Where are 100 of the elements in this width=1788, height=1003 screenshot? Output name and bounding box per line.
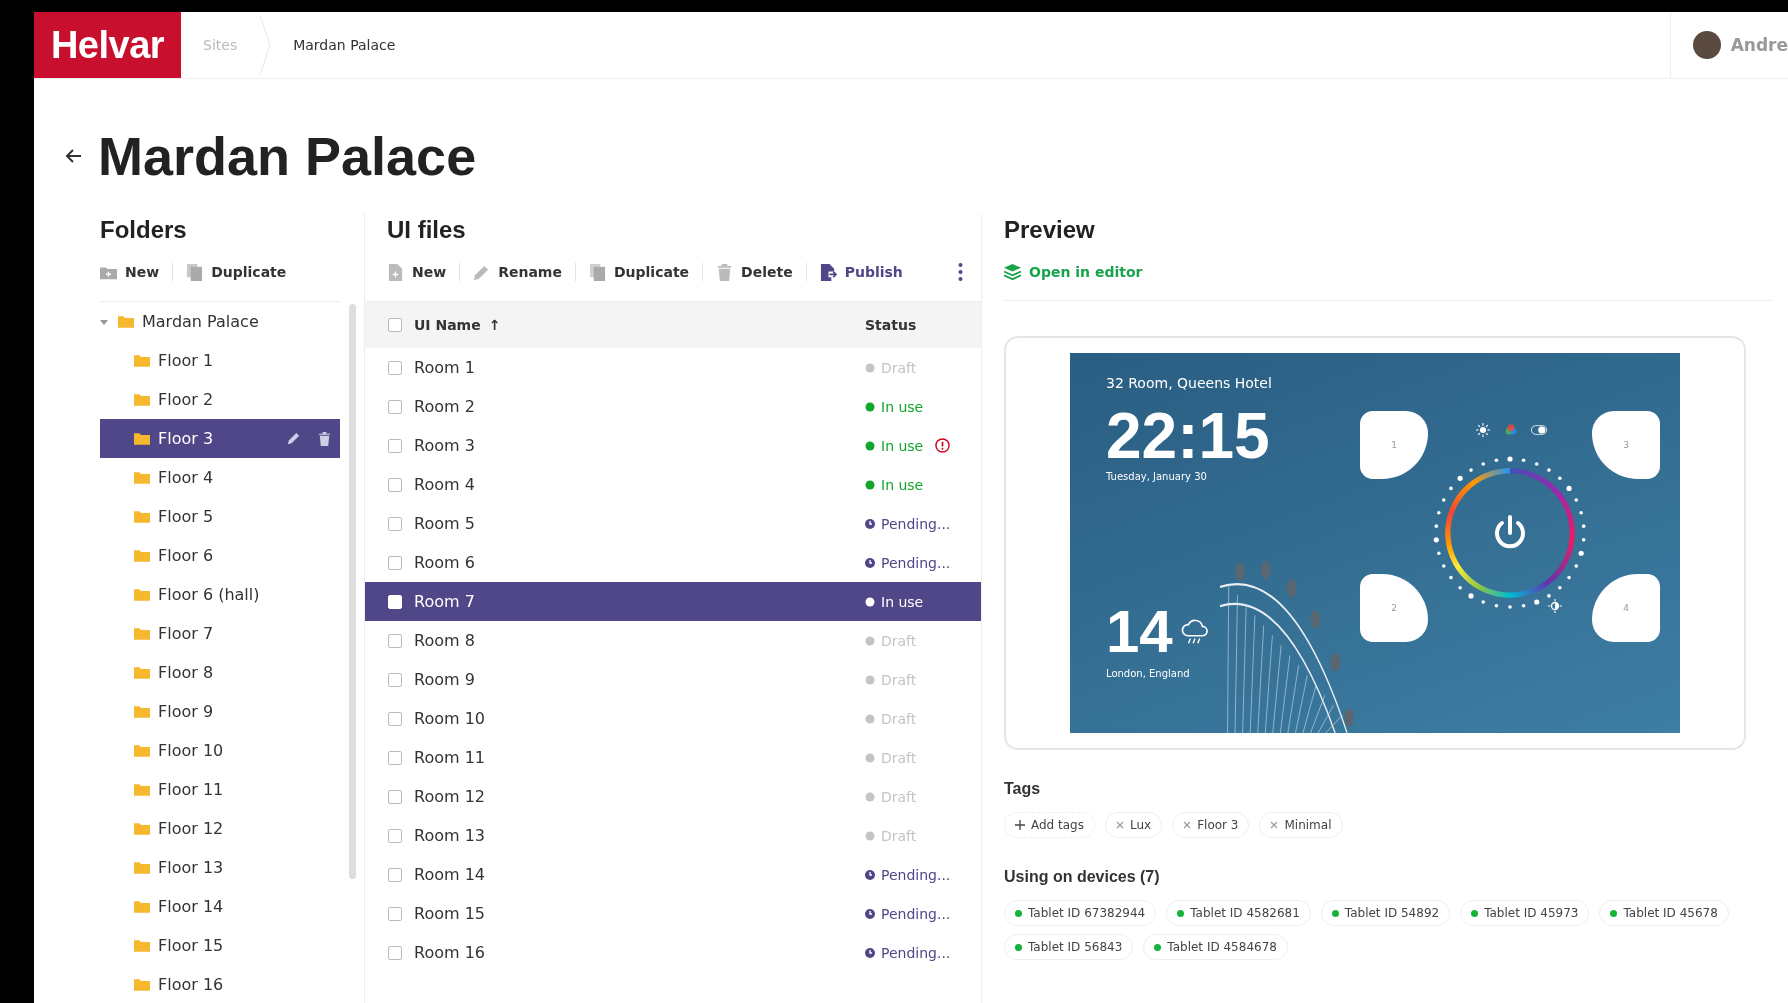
row-checkbox[interactable] <box>388 516 402 531</box>
table-row[interactable]: Room 5 Pending... <box>365 504 981 543</box>
status-text: In use <box>881 398 924 415</box>
column-header[interactable]: UI Name <box>414 317 481 333</box>
folder-tree-item[interactable]: Floor 2 <box>100 380 340 419</box>
caret-icon[interactable] <box>100 317 108 326</box>
device-chip[interactable]: Tablet ID 45678 <box>1599 900 1729 926</box>
row-checkbox[interactable] <box>388 906 402 921</box>
folder-tree-item[interactable]: Floor 15 <box>100 926 340 965</box>
tag-chip[interactable]: Minimal <box>1259 812 1343 838</box>
table-row[interactable]: Room 15 Pending... <box>365 894 981 933</box>
row-checkbox[interactable] <box>388 867 402 882</box>
device-chip[interactable]: Tablet ID 4582681 <box>1166 900 1311 926</box>
row-checkbox[interactable] <box>388 438 402 453</box>
new-button[interactable]: New <box>100 263 160 281</box>
table-row[interactable]: Room 11 Draft <box>365 738 981 777</box>
table-row[interactable]: Room 6 Pending... <box>365 543 981 582</box>
rename-button[interactable]: Rename <box>473 263 562 281</box>
tag-chip[interactable]: Floor 3 <box>1172 812 1250 838</box>
folder-tree-item[interactable]: Floor 14 <box>100 887 340 926</box>
status-text: Draft <box>881 710 917 727</box>
trash-icon[interactable] <box>317 431 332 446</box>
remove-icon[interactable] <box>1183 821 1192 829</box>
sort-arrow[interactable]: ↑ <box>488 317 501 333</box>
table-row[interactable]: Room 9 Draft <box>365 660 981 699</box>
folder-tree-item[interactable]: Floor 7 <box>100 614 340 653</box>
remove-icon[interactable] <box>1116 821 1124 829</box>
row-checkbox[interactable] <box>388 750 402 765</box>
row-checkbox[interactable] <box>388 399 402 414</box>
ui-name: Room 2 <box>414 397 476 416</box>
row-checkbox[interactable] <box>388 477 402 492</box>
color-dots-icon[interactable] <box>1503 423 1519 437</box>
table-row[interactable]: Room 12 Draft <box>365 777 981 816</box>
table-row[interactable]: Room 4 In use <box>365 465 981 504</box>
table-row[interactable]: Room 16 Pending... <box>365 933 981 972</box>
table-row[interactable]: Room 10 Draft <box>365 699 981 738</box>
folder-tree-item[interactable]: Floor 12 <box>100 809 340 848</box>
device-chip[interactable]: Tablet ID 54892 <box>1320 900 1451 926</box>
folder-tree-item[interactable]: Floor 8 <box>100 653 340 692</box>
column-header[interactable]: Status <box>865 317 917 333</box>
avatar[interactable] <box>1692 31 1721 59</box>
folder-tree-item[interactable]: Floor 16 <box>100 965 340 1003</box>
warning-icon[interactable] <box>935 438 951 453</box>
folder-icon <box>134 900 150 913</box>
more-menu-icon[interactable] <box>958 263 963 281</box>
row-checkbox[interactable] <box>388 828 402 843</box>
device-chip[interactable]: Tablet ID 67382944 <box>1004 900 1157 926</box>
brightness-icon[interactable] <box>1548 599 1562 613</box>
device-chip[interactable]: Tablet ID 4584678 <box>1143 934 1288 960</box>
folder-tree-item[interactable]: Floor 9 <box>100 692 340 731</box>
breadcrumb-link[interactable]: Mardan Palace <box>271 37 418 53</box>
folder-tree-item[interactable]: Floor 1 <box>100 341 340 380</box>
scrollbar[interactable] <box>349 304 356 879</box>
delete-button[interactable]: Delete <box>716 263 793 281</box>
status-dot-icon <box>1177 909 1185 917</box>
add-tags-button[interactable]: Add tags <box>1004 812 1095 838</box>
table-row[interactable]: Room 14 Pending... <box>365 855 981 894</box>
folder-tree-item[interactable]: Floor 4 <box>100 458 340 497</box>
select-all-checkbox[interactable] <box>388 318 402 332</box>
duplicate-button[interactable]: Duplicate <box>186 263 287 281</box>
status-text: Draft <box>881 749 917 766</box>
chevron-divider-icon <box>259 12 272 78</box>
pencil-icon[interactable] <box>286 431 301 446</box>
page-title: Mardan Palace <box>98 125 477 187</box>
sun-icon[interactable] <box>1475 423 1491 437</box>
ui-name: Room 14 <box>414 865 486 884</box>
table-row[interactable]: Room 8 Draft <box>365 621 981 660</box>
duplicate-button[interactable]: Duplicate <box>588 263 690 281</box>
screen-temperature: 14 <box>1106 602 1173 662</box>
row-checkbox[interactable] <box>388 711 402 726</box>
clock-icon <box>865 518 875 529</box>
status-dot-icon <box>865 401 875 412</box>
table-row[interactable]: Room 2 In use <box>365 387 981 426</box>
helvar-logo[interactable]: Helvar <box>34 12 181 78</box>
table-row[interactable]: Room 3 In use <box>365 426 981 465</box>
folder-tree-item[interactable]: Floor 13 <box>100 848 340 887</box>
folder-tree-item[interactable]: Floor 6 (hall) <box>100 575 340 614</box>
table-row[interactable]: Room 1 Draft <box>365 348 981 387</box>
folder-tree-item[interactable]: Mardan Palace <box>100 302 340 341</box>
remove-icon[interactable] <box>1270 821 1279 829</box>
device-chip[interactable]: Tablet ID 45973 <box>1460 900 1590 926</box>
table-row[interactable]: Room 7 In use <box>365 582 981 621</box>
row-checkbox[interactable] <box>388 555 402 570</box>
row-checkbox[interactable] <box>388 945 402 960</box>
row-checkbox[interactable] <box>388 360 402 375</box>
row-checkbox[interactable] <box>388 672 402 687</box>
device-chip[interactable]: Tablet ID 56843 <box>1004 934 1134 960</box>
publish-button[interactable]: Publish <box>819 263 903 281</box>
toggle-icon[interactable] <box>1531 423 1547 437</box>
folder-tree-item[interactable]: Floor 6 <box>100 536 340 575</box>
new-button[interactable]: New <box>387 263 447 281</box>
folder-tree-item[interactable]: Floor 5 <box>100 497 340 536</box>
folder-tree-item[interactable]: Floor 11 <box>100 770 340 809</box>
table-row[interactable]: Room 13 Draft <box>365 816 981 855</box>
folder-tree-item[interactable]: Floor 10 <box>100 731 340 770</box>
row-checkbox[interactable] <box>388 789 402 804</box>
row-checkbox[interactable] <box>388 633 402 648</box>
folder-tree-item[interactable]: Floor 3 <box>100 419 340 458</box>
tag-chip[interactable]: Lux <box>1105 812 1163 838</box>
status-dot-icon <box>865 830 875 841</box>
